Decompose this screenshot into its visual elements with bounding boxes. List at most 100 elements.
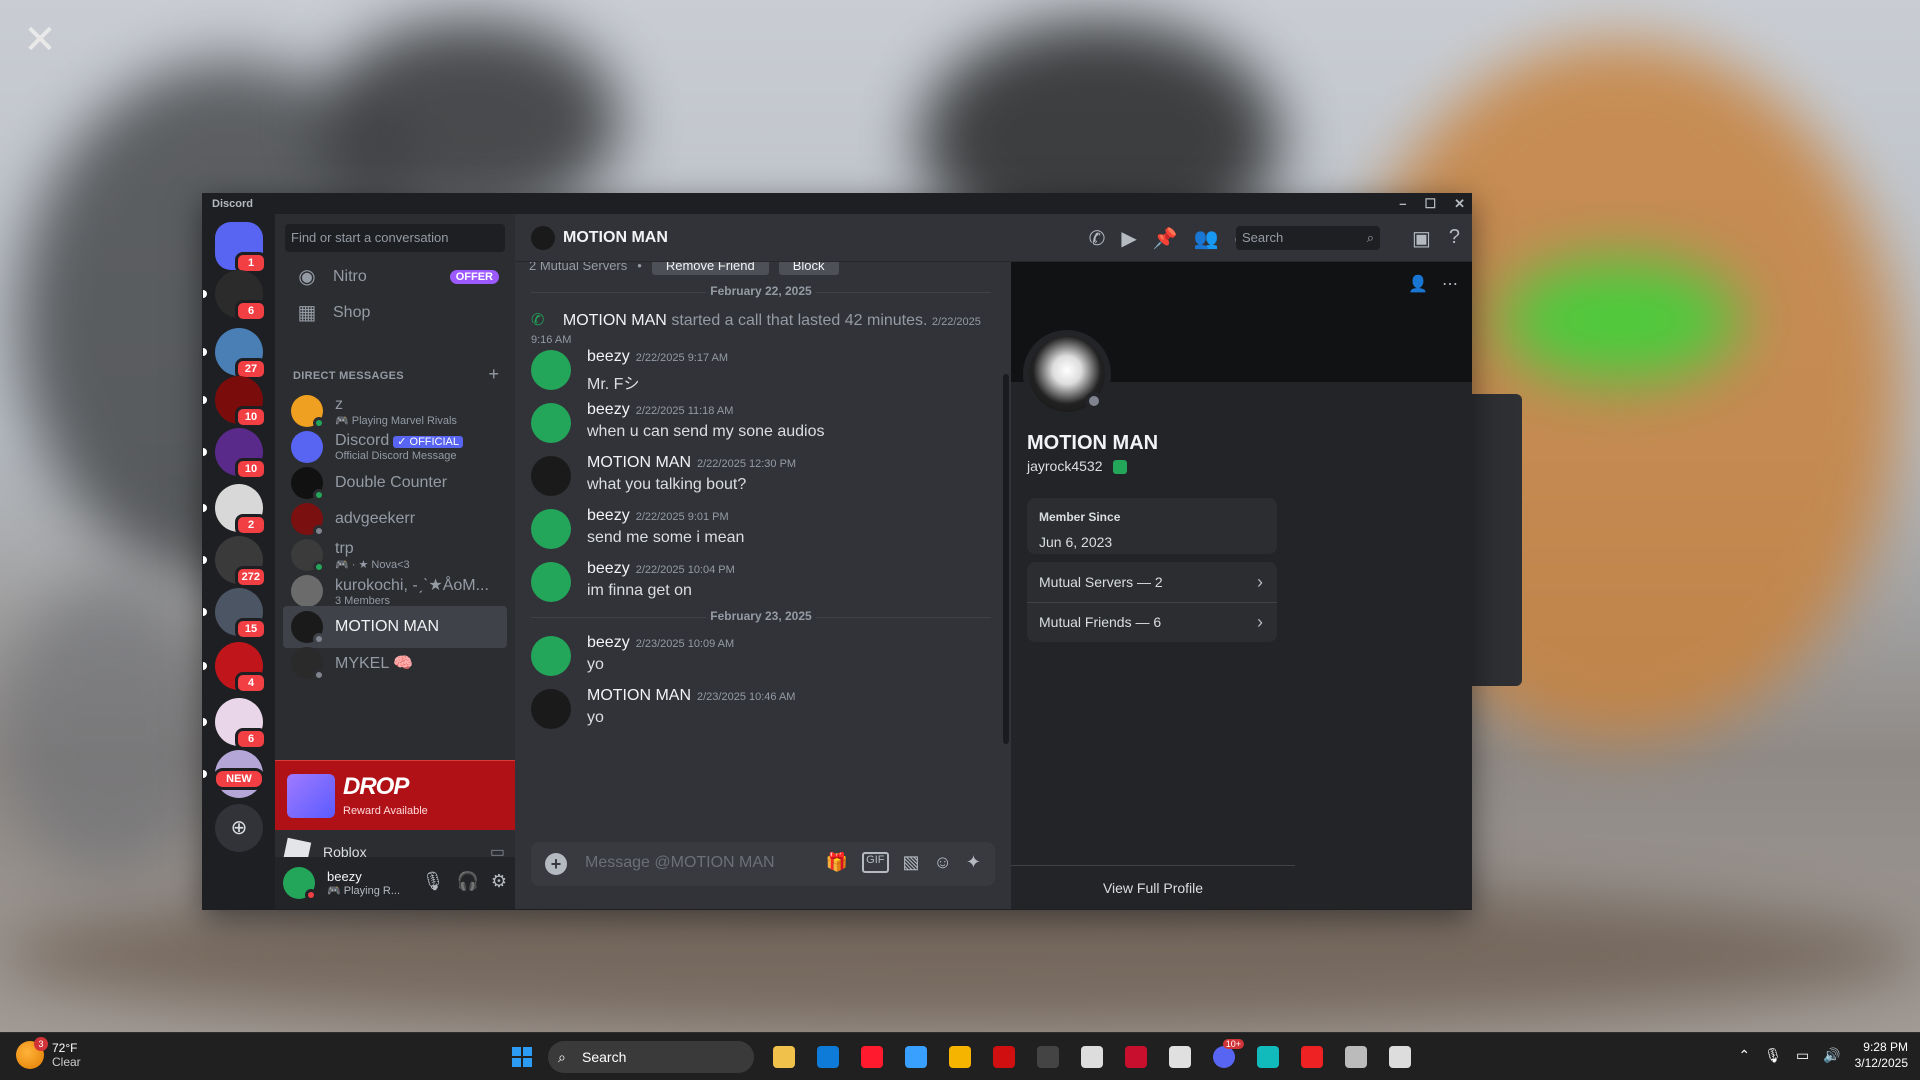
call-text: started a call that lasted 42 minutes. <box>671 312 928 329</box>
app-cloud-icon[interactable] <box>1382 1039 1418 1075</box>
message-avatar[interactable] <box>531 562 571 602</box>
store-icon[interactable] <box>898 1039 934 1075</box>
server-icon[interactable]: NEW <box>203 750 265 798</box>
file-explorer-icon[interactable] <box>766 1039 802 1075</box>
message-avatar[interactable] <box>531 456 571 496</box>
message-author[interactable]: MOTION MAN <box>587 454 691 471</box>
chevron-right-icon: › <box>1257 612 1263 632</box>
user-avatar[interactable] <box>283 867 317 901</box>
unread-indicator <box>203 396 207 404</box>
block-button[interactable]: Block <box>778 262 839 275</box>
server-icon[interactable]: 2 <box>203 484 267 536</box>
overlay-close-icon[interactable]: ✕ <box>18 18 62 62</box>
server-icon[interactable]: 272 <box>203 536 267 588</box>
redragon-icon[interactable] <box>986 1039 1022 1075</box>
opera-icon[interactable] <box>854 1039 890 1075</box>
message-text: Mr. Fシ <box>587 376 640 393</box>
explore-servers-button[interactable]: ⊕ <box>215 804 263 852</box>
weather-badge: 3 <box>34 1037 48 1051</box>
app-g-icon[interactable] <box>1162 1039 1198 1075</box>
call-system-message: ✆ MOTION MAN started a call that lasted … <box>531 310 995 348</box>
sticker-icon[interactable]: ▧ <box>903 852 920 873</box>
mutual-friends-row[interactable]: Mutual Friends — 6 › <box>1027 602 1277 642</box>
gift-icon[interactable]: 🎁 <box>826 852 848 873</box>
direct-messages-header: DIRECT MESSAGES <box>293 370 404 382</box>
microphone-icon[interactable]: 🎙 <box>422 871 445 892</box>
message-author[interactable]: beezy <box>587 507 630 524</box>
scrollbar[interactable] <box>1003 374 1009 744</box>
message-avatar[interactable] <box>531 509 571 549</box>
message-avatar[interactable] <box>531 403 571 443</box>
youtube-music-icon[interactable] <box>1294 1039 1330 1075</box>
app-dark-icon[interactable] <box>1030 1039 1066 1075</box>
home-dm-button[interactable]: 1 <box>215 222 267 274</box>
inbox-icon[interactable]: ▣ <box>1412 226 1431 251</box>
dm-item[interactable]: MYKEL 🧠 <box>283 642 507 684</box>
message-author[interactable]: beezy <box>587 560 630 577</box>
clock[interactable]: 9:28 PM 3/12/2025 <box>1855 1039 1908 1071</box>
server-icon[interactable]: 10 <box>203 376 267 428</box>
drop-reward-banner[interactable]: DROP Reward Available <box>275 760 515 830</box>
server-icon[interactable]: 6 <box>203 698 267 750</box>
chat-search-input[interactable]: Search ⌕ <box>1236 226 1380 250</box>
drop-icon <box>287 774 335 818</box>
message-avatar[interactable] <box>531 350 571 390</box>
message-author[interactable]: beezy <box>587 348 630 365</box>
mention-badge: NEW <box>213 768 265 790</box>
video-call-icon[interactable]: ▶ <box>1121 226 1136 251</box>
message-composer[interactable]: + Message @MOTION MAN 🎁 GIF ▧ ☺ ✦ <box>531 842 995 886</box>
shop-nav-item[interactable]: ▦ Shop <box>283 292 507 334</box>
server-icon[interactable]: 27 <box>203 328 267 380</box>
mutual-servers-row[interactable]: Mutual Servers — 2 › <box>1027 562 1277 602</box>
gif-icon[interactable]: GIF <box>862 852 889 873</box>
server-icon[interactable]: 4 <box>203 642 267 694</box>
app-wave-icon[interactable] <box>1250 1039 1286 1075</box>
voice-call-icon[interactable]: ✆ <box>1089 226 1106 251</box>
maximize-button[interactable]: ☐ <box>1424 194 1436 214</box>
settings-gear-icon[interactable]: ⚙ <box>491 871 507 892</box>
apps-icon[interactable]: ✦ <box>966 852 981 873</box>
message-timestamp: 2/22/2025 9:17 AM <box>635 352 729 364</box>
dm-search-input[interactable]: Find or start a conversation <box>285 224 505 252</box>
message-author[interactable]: MOTION MAN <box>587 687 691 704</box>
headphones-icon[interactable]: 🎧 <box>456 871 478 892</box>
pinned-messages-icon[interactable]: 📌 <box>1153 226 1178 251</box>
discord-icon[interactable]: 10+ <box>1206 1039 1244 1075</box>
message-author[interactable]: beezy <box>587 401 630 418</box>
create-dm-button[interactable]: + <box>488 364 499 385</box>
message-avatar[interactable] <box>531 636 571 676</box>
view-full-profile-button[interactable]: View Full Profile <box>1011 865 1295 909</box>
help-icon[interactable]: ? <box>1449 226 1460 251</box>
roblox-icon[interactable] <box>1338 1039 1374 1075</box>
add-friends-to-dm-icon[interactable]: 👥 <box>1194 226 1219 251</box>
mention-badge: 2 <box>235 514 267 536</box>
emoji-icon[interactable]: ☺ <box>934 852 952 873</box>
chevron-up-icon[interactable]: ⌃ <box>1738 1047 1750 1064</box>
message-input[interactable]: Message @MOTION MAN <box>585 854 775 872</box>
server-icon[interactable]: 10 <box>203 428 267 480</box>
volume-icon[interactable]: 🔊 <box>1823 1047 1840 1064</box>
nitro-icon: ◉ <box>298 266 316 288</box>
start-button[interactable] <box>504 1039 540 1075</box>
message-timestamp: 2/23/2025 10:46 AM <box>697 691 796 703</box>
message-avatar[interactable] <box>531 689 571 729</box>
close-button[interactable]: ✕ <box>1454 194 1465 214</box>
app-steam-icon[interactable] <box>1074 1039 1110 1075</box>
taskbar-search[interactable]: ⌕ Search <box>548 1041 754 1073</box>
edge-icon[interactable] <box>810 1039 846 1075</box>
folder-icon[interactable] <box>942 1039 978 1075</box>
network-icon[interactable]: ▭ <box>1796 1047 1809 1064</box>
attach-plus-icon[interactable]: + <box>545 853 567 875</box>
clock-date: 3/12/2025 <box>1854 1056 1908 1070</box>
message-author[interactable]: beezy <box>587 634 630 651</box>
minimize-button[interactable]: – <box>1399 194 1406 214</box>
server-icon[interactable]: 15 <box>203 588 267 640</box>
profile-avatar[interactable] <box>1023 330 1111 418</box>
microphone-icon[interactable]: 🎙 <box>1764 1047 1782 1064</box>
weather-widget[interactable]: 3 72°F Clear <box>16 1037 81 1069</box>
remove-friend-button[interactable]: Remove Friend <box>651 262 769 275</box>
app-x-icon[interactable] <box>1118 1039 1154 1075</box>
more-options-icon[interactable]: ⋯ <box>1442 274 1458 294</box>
add-friend-icon[interactable]: 👤 <box>1408 274 1428 294</box>
server-icon[interactable]: 6 <box>203 270 267 322</box>
